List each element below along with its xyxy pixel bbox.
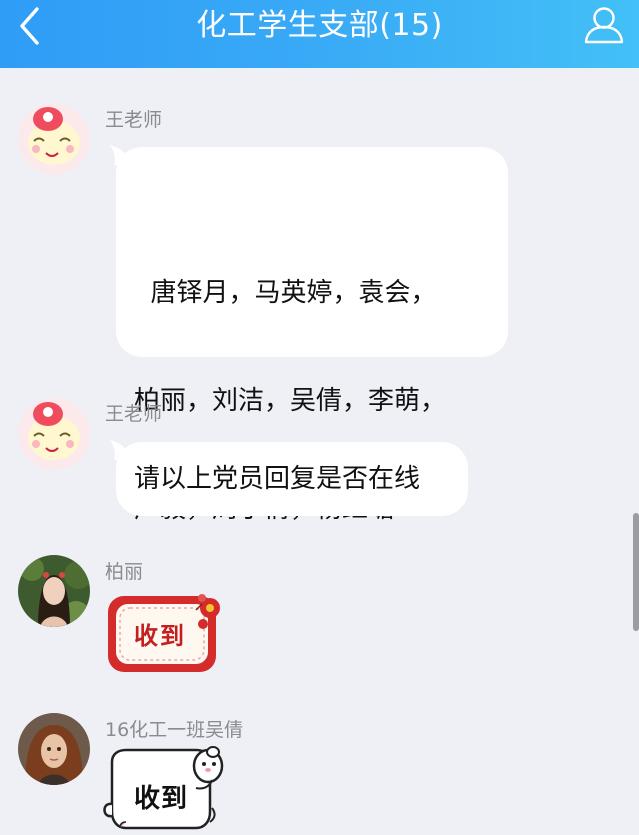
person-icon [584,7,624,44]
sender-avatar[interactable] [18,398,90,470]
message-line: 唐铎月，马英婷，袁会， [134,278,437,308]
message-text: 请以上党员回复是否在线 [134,464,421,494]
group-members-button[interactable] [581,3,627,47]
chat-header: 化工学生支部(15) [0,0,639,68]
message-line: 柏丽，刘洁，吴倩，李萌， [134,386,447,416]
sender-name: 王老师 [105,109,163,131]
bubble-tail [110,145,134,165]
sticker-message[interactable]: 收到 [104,590,230,682]
sticker-text: 收到 [134,784,189,814]
scrollbar[interactable] [633,513,639,631]
sticker-message[interactable]: 收到 [100,742,230,831]
message-bubble[interactable]: 唐铎月，马英婷，袁会， 柏丽，刘洁，吴倩，李萌， 广毅，周于倩，杨红嵋 [110,145,508,524]
sender-name: 王老师 [105,403,163,425]
message-text: 唐铎月，马英婷，袁会， 柏丽，刘洁，吴倩，李萌， 广毅，周于倩，杨红嵋 [134,203,446,599]
sender-name: 柏丽 [105,561,144,583]
sender-avatar[interactable] [18,555,90,627]
group-title: 化工学生支部(15) [196,8,443,43]
sender-avatar[interactable] [18,103,90,175]
sender-avatar[interactable] [18,713,90,785]
bubble-tail [110,440,134,460]
message-bubble[interactable]: 请以上党员回复是否在线 [110,440,468,516]
sender-name: 16化工一班吴倩 [105,719,244,741]
sticker-text: 收到 [134,621,186,650]
